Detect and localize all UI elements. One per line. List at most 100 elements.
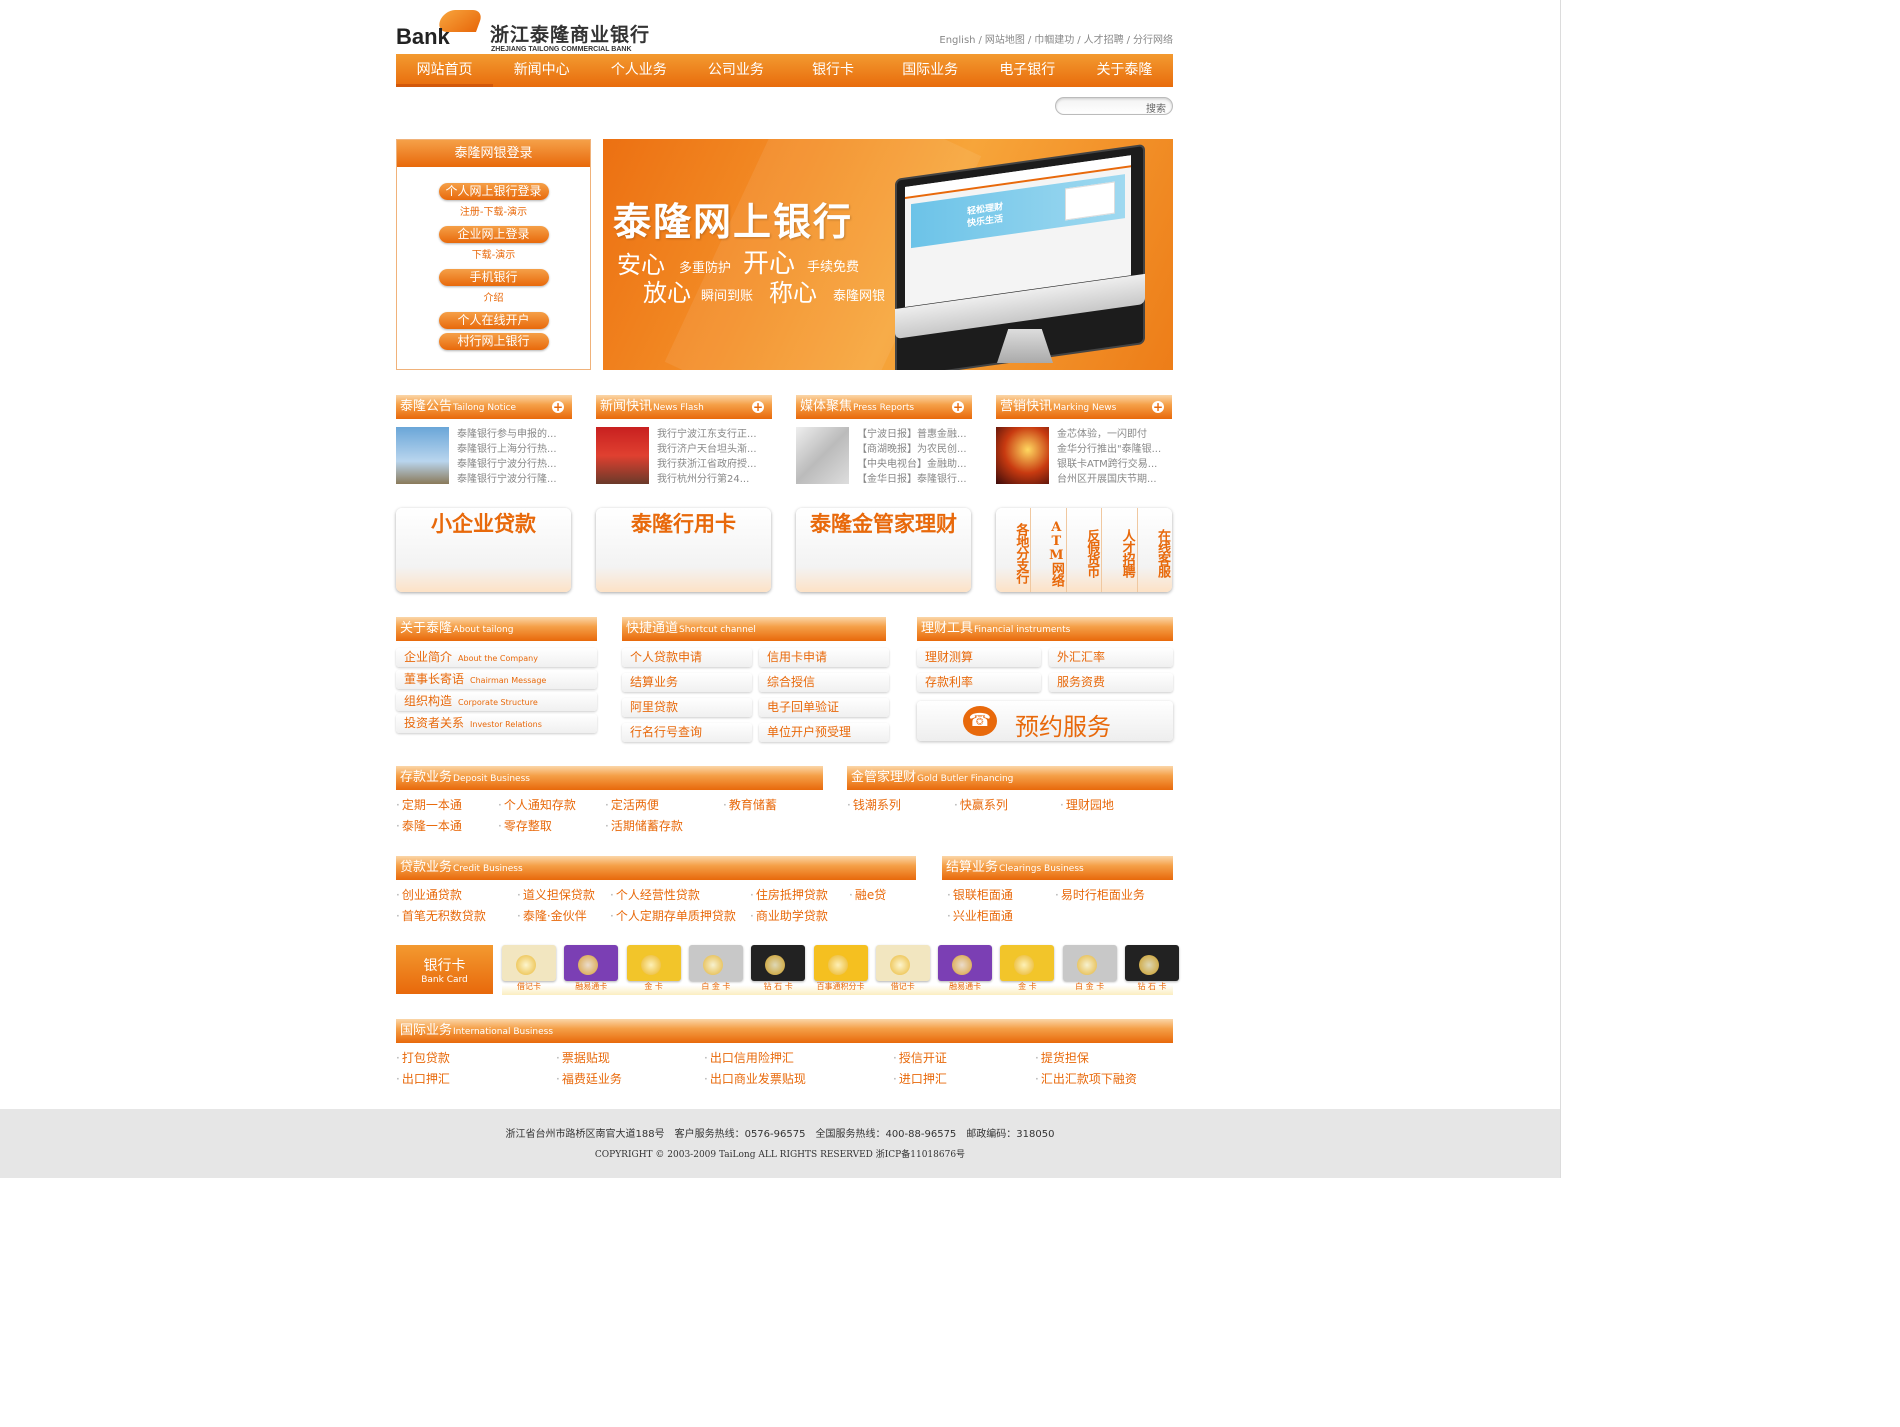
- news-thumbnail[interactable]: [796, 427, 849, 484]
- more-plus-icon[interactable]: +: [952, 401, 964, 413]
- quick-vertical-tab[interactable]: 各地分支行: [996, 508, 1030, 592]
- credit-link[interactable]: · 商业助学贷款: [750, 907, 828, 924]
- top-link[interactable]: 网站地图: [985, 35, 1025, 46]
- promo-button[interactable]: 泰隆金管家理财: [796, 508, 971, 592]
- fin-tool-link[interactable]: 外汇汇率: [1049, 648, 1173, 667]
- shortcut-link[interactable]: 信用卡申请: [759, 648, 889, 667]
- intl-link[interactable]: · 进口押汇: [893, 1070, 947, 1087]
- shortcut-link[interactable]: 综合授信: [759, 673, 889, 692]
- promo-button[interactable]: 泰隆行用卡: [596, 508, 771, 592]
- gold-link[interactable]: · 理财园地: [1060, 796, 1114, 813]
- bank-card[interactable]: [502, 945, 556, 981]
- deposit-link[interactable]: · 活期储蓄存款: [605, 817, 683, 834]
- nav-item[interactable]: 电子银行: [979, 54, 1076, 87]
- more-plus-icon[interactable]: +: [552, 401, 564, 413]
- bank-card[interactable]: [875, 945, 930, 981]
- deposit-link[interactable]: · 教育储蓄: [723, 796, 777, 813]
- gold-link[interactable]: · 钱潮系列: [847, 796, 901, 813]
- intl-link[interactable]: · 出口押汇: [396, 1070, 450, 1087]
- news-thumbnail[interactable]: [396, 427, 449, 484]
- fin-tool-link[interactable]: 服务资费: [1049, 673, 1173, 692]
- news-item[interactable]: 泰隆银行上海分行热...: [457, 442, 572, 457]
- fin-tool-link[interactable]: 存款利率: [917, 673, 1041, 692]
- ebank-login-sublink[interactable]: 注册-下载-演示: [397, 200, 590, 226]
- clearing-link[interactable]: · 易时行柜面业务: [1055, 886, 1145, 903]
- credit-link[interactable]: · 创业通贷款: [396, 886, 462, 903]
- shortcut-link[interactable]: 行名行号查询: [622, 723, 752, 742]
- nav-item[interactable]: 公司业务: [687, 54, 784, 87]
- intl-link[interactable]: · 出口信用险押汇: [704, 1049, 794, 1066]
- deposit-link[interactable]: · 定活两便: [605, 796, 659, 813]
- intl-link[interactable]: · 授信开证: [893, 1049, 947, 1066]
- bank-card[interactable]: [813, 945, 868, 981]
- news-item[interactable]: 台州区开展国庆节期...: [1057, 472, 1172, 487]
- fin-tool-link[interactable]: 理财测算: [917, 648, 1041, 667]
- gold-link[interactable]: · 快赢系列: [954, 796, 1008, 813]
- top-link[interactable]: 巾帼建功: [1034, 35, 1074, 46]
- bank-card-header[interactable]: 银行卡 Bank Card: [396, 945, 493, 994]
- credit-link[interactable]: · 道义担保贷款: [517, 886, 595, 903]
- bank-card[interactable]: [1125, 945, 1179, 981]
- about-link[interactable]: 董事长寄语 Chairman Message: [396, 670, 597, 689]
- reserve-service-button[interactable]: ☎ 预约服务: [917, 701, 1173, 741]
- intl-link[interactable]: · 打包贷款: [396, 1049, 450, 1066]
- deposit-link[interactable]: · 个人通知存款: [498, 796, 576, 813]
- about-link[interactable]: 投资者关系 Investor Relations: [396, 714, 597, 733]
- news-item[interactable]: 【宁波日报】普惠金融...: [857, 427, 972, 442]
- nav-item[interactable]: 个人业务: [590, 54, 687, 87]
- news-item[interactable]: 我行杭州分行第24...: [657, 472, 772, 487]
- intl-link[interactable]: · 提货担保: [1035, 1049, 1089, 1066]
- quick-vertical-tab[interactable]: 在线客服: [1136, 508, 1172, 592]
- intl-link[interactable]: · 汇出汇款项下融资: [1035, 1070, 1137, 1087]
- ebank-login-button[interactable]: 企业网上登录: [438, 226, 549, 243]
- news-item[interactable]: 【商湖晚报】为农民创...: [857, 442, 972, 457]
- news-item[interactable]: 【金华日报】泰隆银行...: [857, 472, 972, 487]
- more-plus-icon[interactable]: +: [1152, 401, 1164, 413]
- news-item[interactable]: 银联卡ATM跨行交易...: [1057, 457, 1172, 472]
- ebank-login-sublink[interactable]: 介绍: [397, 286, 590, 312]
- deposit-link[interactable]: · 零存整取: [498, 817, 552, 834]
- credit-link[interactable]: · 首笔无积数贷款: [396, 907, 486, 924]
- intl-link[interactable]: · 出口商业发票贴现: [704, 1070, 806, 1087]
- credit-link[interactable]: · 个人经营性贷款: [610, 886, 700, 903]
- page-scrollbar[interactable]: [1560, 0, 1568, 1178]
- clearing-link[interactable]: · 银联柜面通: [947, 886, 1013, 903]
- news-item[interactable]: 【中央电视台】金融助...: [857, 457, 972, 472]
- bank-card[interactable]: [751, 945, 806, 981]
- deposit-link[interactable]: · 定期一本通: [396, 796, 462, 813]
- promo-button[interactable]: 小企业贷款: [396, 508, 571, 592]
- news-item[interactable]: 我行获浙江省政府授...: [657, 457, 772, 472]
- ebank-login-button[interactable]: 村行网上银行: [438, 333, 549, 350]
- ebank-login-sublink[interactable]: 下载-演示: [397, 243, 590, 269]
- news-item[interactable]: 我行济户天台坦头渐...: [657, 442, 772, 457]
- nav-item[interactable]: 关于泰隆: [1076, 54, 1173, 87]
- shortcut-link[interactable]: 结算业务: [622, 673, 752, 692]
- news-item[interactable]: 我行宁波江东支行正...: [657, 427, 772, 442]
- intl-link[interactable]: · 福费廷业务: [556, 1070, 622, 1087]
- ebank-login-button[interactable]: 个人网上银行登录: [438, 183, 549, 200]
- bank-card[interactable]: [1000, 945, 1055, 981]
- shortcut-link[interactable]: 电子回单验证: [759, 698, 889, 717]
- search-button[interactable]: 搜索: [1146, 100, 1166, 115]
- credit-link[interactable]: · 个人定期存单质押贷款: [610, 907, 736, 924]
- intl-link[interactable]: · 票据贴现: [556, 1049, 610, 1066]
- credit-link[interactable]: · 泰隆·金伙伴: [517, 907, 587, 924]
- more-plus-icon[interactable]: +: [752, 401, 764, 413]
- nav-item[interactable]: 网站首页: [396, 54, 494, 87]
- top-link[interactable]: English: [939, 35, 975, 46]
- shortcut-link[interactable]: 单位开户预受理: [759, 723, 889, 742]
- news-item[interactable]: 泰隆银行宁波分行隆...: [457, 472, 572, 487]
- news-item[interactable]: 金华分行推出"泰隆银...: [1057, 442, 1172, 457]
- credit-link[interactable]: · 融e贷: [849, 886, 886, 903]
- quick-vertical-tab[interactable]: 反假货币: [1065, 508, 1101, 592]
- credit-link[interactable]: · 住房抵押贷款: [750, 886, 828, 903]
- bank-card[interactable]: [1062, 945, 1117, 981]
- news-item[interactable]: 泰隆银行宁波分行热...: [457, 457, 572, 472]
- bank-card[interactable]: [938, 945, 993, 981]
- shortcut-link[interactable]: 个人贷款申请: [622, 648, 752, 667]
- ebank-login-button[interactable]: 手机银行: [438, 269, 549, 286]
- nav-item[interactable]: 国际业务: [882, 54, 979, 87]
- quick-vertical-tab[interactable]: ATM网络: [1030, 508, 1065, 592]
- nav-item[interactable]: 新闻中心: [493, 54, 590, 87]
- ebank-login-button[interactable]: 个人在线开户: [438, 312, 549, 329]
